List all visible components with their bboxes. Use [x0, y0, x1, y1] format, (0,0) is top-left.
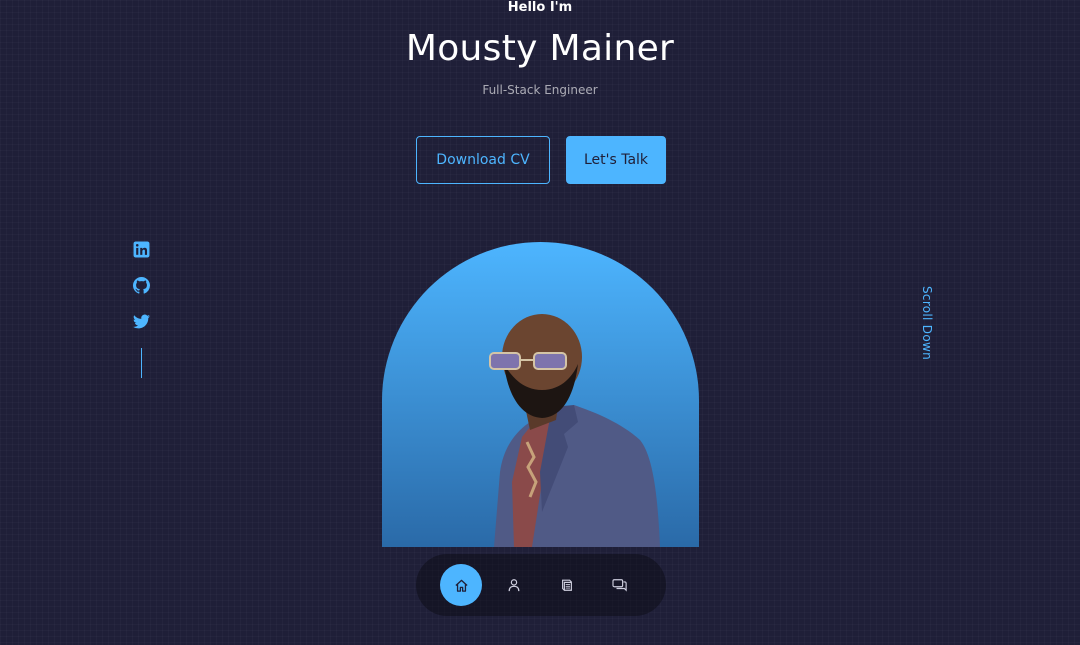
bottom-nav — [416, 554, 666, 616]
nav-contact[interactable] — [599, 564, 641, 606]
lets-talk-button[interactable]: Let's Talk — [566, 136, 666, 184]
scroll-down-link[interactable]: Scroll Down — [920, 286, 934, 360]
user-icon — [508, 579, 520, 592]
linkedin-icon — [133, 241, 150, 258]
twitter-link[interactable] — [133, 313, 151, 331]
download-cv-button[interactable]: Download CV — [416, 136, 550, 184]
twitter-icon — [133, 314, 150, 329]
github-icon — [133, 277, 150, 294]
hero-name: Mousty Mainer — [405, 28, 675, 69]
github-link[interactable] — [133, 277, 151, 295]
profile-photo — [489, 314, 660, 547]
linkedin-link[interactable] — [133, 241, 151, 259]
nav-experience[interactable] — [546, 564, 588, 606]
profile-portrait — [382, 242, 699, 547]
social-divider-line — [141, 348, 142, 378]
nav-about[interactable] — [493, 564, 535, 606]
book-icon — [562, 579, 572, 591]
greeting-text: Hello I'm — [507, 0, 573, 15]
hero-role: Full-Stack Engineer — [482, 83, 598, 97]
nav-home[interactable] — [440, 564, 482, 606]
home-icon — [454, 579, 468, 592]
message-icon — [612, 579, 627, 592]
